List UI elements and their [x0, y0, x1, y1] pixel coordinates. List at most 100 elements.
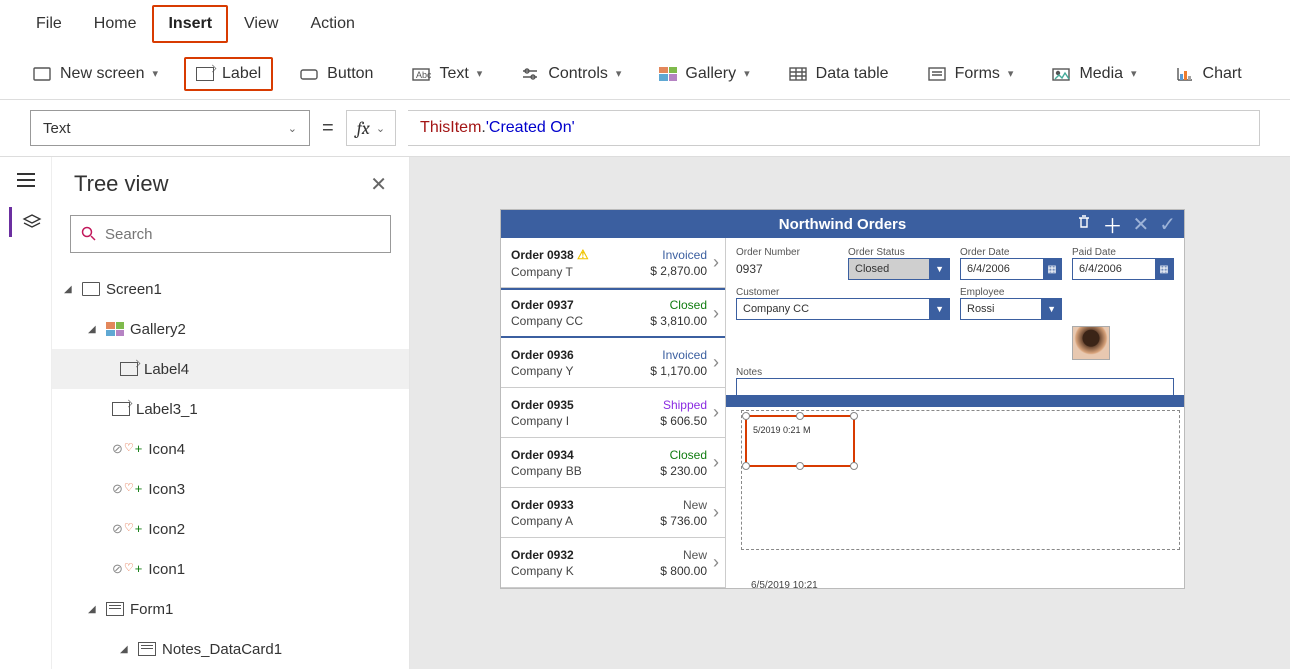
menu-home[interactable]: Home [78, 5, 153, 43]
tree-node-label4[interactable]: Label4 [52, 349, 409, 389]
ribbon-datatable[interactable]: Data table [776, 57, 901, 91]
tree-node-label3-1[interactable]: Label3_1 [52, 389, 409, 429]
app-preview[interactable]: Northwind Orders ＋ ✕ ✓ Order 0938 ⚠Compa… [500, 209, 1185, 589]
chevron-down-icon: ▾ [1008, 67, 1014, 80]
tree: ◢ Screen1 ◢ Gallery2 Label4 Label3_1 ⊘♡+… [52, 265, 409, 669]
tree-search-input[interactable] [105, 226, 380, 243]
chevron-down-icon: ▾ [477, 67, 483, 80]
chevron-down-icon: ⌄ [376, 122, 385, 135]
chevron-right-icon: › [713, 303, 719, 324]
detail-divider [726, 395, 1184, 407]
property-name: Text [43, 120, 71, 137]
label-notes: Notes [736, 367, 762, 378]
selected-label-text: 5/2019 0:21 M [747, 417, 853, 444]
ribbon-datatable-label: Data table [816, 65, 889, 83]
chevron-down-icon: ⌄ [288, 122, 297, 135]
menu-action[interactable]: Action [294, 5, 370, 43]
check-icon[interactable]: ✓ [1159, 212, 1176, 237]
order-list-item[interactable]: Order 0935Company IShipped$ 606.50› [501, 388, 725, 438]
menu-file[interactable]: File [20, 5, 78, 43]
order-list-item[interactable]: Order 0936Company YInvoiced$ 1,170.00› [501, 338, 725, 388]
plus-icon[interactable]: ＋ [1102, 210, 1122, 239]
tree-node-form1[interactable]: ◢ Form1 [52, 589, 409, 629]
collapse-icon[interactable]: ◢ [64, 284, 76, 295]
ribbon-text[interactable]: Abc Text ▾ [399, 57, 494, 91]
datepicker-order-date[interactable]: 6/4/2006 [960, 258, 1062, 280]
trash-icon[interactable] [1076, 213, 1092, 236]
app-titlebar: Northwind Orders ＋ ✕ ✓ [501, 210, 1184, 238]
ribbon-controls-label: Controls [548, 65, 608, 83]
search-icon [81, 226, 97, 242]
formula-input[interactable]: ThisItem.'Created On' [408, 110, 1260, 146]
screen-icon [82, 282, 100, 296]
chevron-right-icon: › [713, 502, 719, 523]
forms-icon [927, 65, 947, 83]
svg-text:Abc: Abc [416, 70, 431, 80]
ribbon-button-label: Button [327, 65, 373, 83]
tree-label: Label3_1 [136, 401, 198, 418]
ribbon-new-screen-label: New screen [60, 65, 144, 83]
tree-label: Notes_DataCard1 [162, 641, 282, 658]
formula-bar: Text ⌄ = fx ⌄ ThisItem.'Created On' [0, 100, 1290, 157]
tree-node-icon4[interactable]: ⊘♡+ Icon4 [52, 429, 409, 469]
collapse-icon[interactable]: ◢ [120, 644, 132, 655]
order-list-item[interactable]: Order 0938 ⚠Company TInvoiced$ 2,870.00› [501, 238, 725, 288]
collapse-icon[interactable]: ◢ [88, 324, 100, 335]
order-list-item[interactable]: Order 0933Company ANew$ 736.00› [501, 488, 725, 538]
property-dropdown[interactable]: Text ⌄ [30, 110, 310, 146]
hamburger-icon[interactable] [17, 173, 35, 187]
dropdown-customer[interactable]: Company CC▼ [736, 298, 950, 320]
ribbon-chart-label: Chart [1203, 65, 1242, 83]
tree-view-panel: Tree view ✕ ◢ Screen1 ◢ Gallery2 Label4 [52, 157, 410, 669]
label-paid-date: Paid Date [1072, 247, 1116, 258]
tree-label: Label4 [144, 361, 189, 378]
menu-insert[interactable]: Insert [152, 5, 228, 43]
order-list-item[interactable]: Order 0934Company BBClosed$ 230.00› [501, 438, 725, 488]
dropdown-order-status[interactable]: Closed▼ [848, 258, 950, 280]
ribbon-label[interactable]: Label [184, 57, 273, 91]
value-order-number: 0937 [736, 258, 838, 280]
treeview-rail-button[interactable] [9, 207, 42, 237]
order-list-item[interactable]: Order 0937Company CCClosed$ 3,810.00› [501, 288, 725, 338]
ribbon-new-screen[interactable]: New screen ▾ [20, 57, 170, 91]
fx-button[interactable]: fx ⌄ [346, 110, 396, 146]
label-order-date: Order Date [960, 247, 1009, 258]
ribbon-gallery-label: Gallery [685, 65, 736, 83]
icon-icon: ⊘♡+ [112, 441, 142, 457]
selected-label4[interactable]: 5/2019 0:21 M [745, 415, 855, 467]
datepicker-paid-date[interactable]: 6/4/2006 [1072, 258, 1174, 280]
canvas[interactable]: Northwind Orders ＋ ✕ ✓ Order 0938 ⚠Compa… [410, 157, 1290, 669]
tree-node-icon3[interactable]: ⊘♡+ Icon3 [52, 469, 409, 509]
tree-search[interactable] [70, 215, 391, 253]
order-list-item[interactable]: Order 0932Company KNew$ 800.00› [501, 538, 725, 588]
tree-view-title: Tree view [74, 171, 169, 197]
ribbon-controls[interactable]: Controls ▾ [508, 57, 633, 91]
tree-node-gallery2[interactable]: ◢ Gallery2 [52, 309, 409, 349]
ribbon-forms[interactable]: Forms ▾ [915, 57, 1026, 91]
screen-icon [32, 65, 52, 83]
order-list[interactable]: Order 0938 ⚠Company TInvoiced$ 2,870.00›… [501, 238, 726, 588]
chevron-down-icon: ▾ [1131, 67, 1137, 80]
fx-icon: fx [357, 118, 370, 139]
menu-view[interactable]: View [228, 5, 294, 43]
dropdown-employee[interactable]: Rossi▼ [960, 298, 1062, 320]
ribbon-media-label: Media [1079, 65, 1123, 83]
tree-node-icon1[interactable]: ⊘♡+ Icon1 [52, 549, 409, 589]
ribbon-button[interactable]: Button [287, 57, 385, 91]
ribbon-chart[interactable]: Chart [1163, 57, 1254, 91]
collapse-icon[interactable]: ◢ [88, 604, 100, 615]
close-icon[interactable]: ✕ [370, 172, 387, 197]
tree-node-notes-datacard1[interactable]: ◢ Notes_DataCard1 [52, 629, 409, 669]
tree-node-screen1[interactable]: ◢ Screen1 [52, 269, 409, 309]
x-icon[interactable]: ✕ [1132, 212, 1149, 237]
chevron-down-icon: ▾ [744, 67, 750, 80]
tree-node-icon2[interactable]: ⊘♡+ Icon2 [52, 509, 409, 549]
datacard-icon [138, 642, 156, 656]
formula-token-this: ThisItem [420, 119, 481, 137]
text-icon: Abc [411, 65, 431, 83]
equals-sign: = [322, 117, 334, 140]
chart-icon [1175, 65, 1195, 83]
tree-label: Icon4 [148, 441, 185, 458]
ribbon-gallery[interactable]: Gallery ▾ [647, 57, 761, 91]
ribbon-media[interactable]: Media ▾ [1039, 57, 1148, 91]
